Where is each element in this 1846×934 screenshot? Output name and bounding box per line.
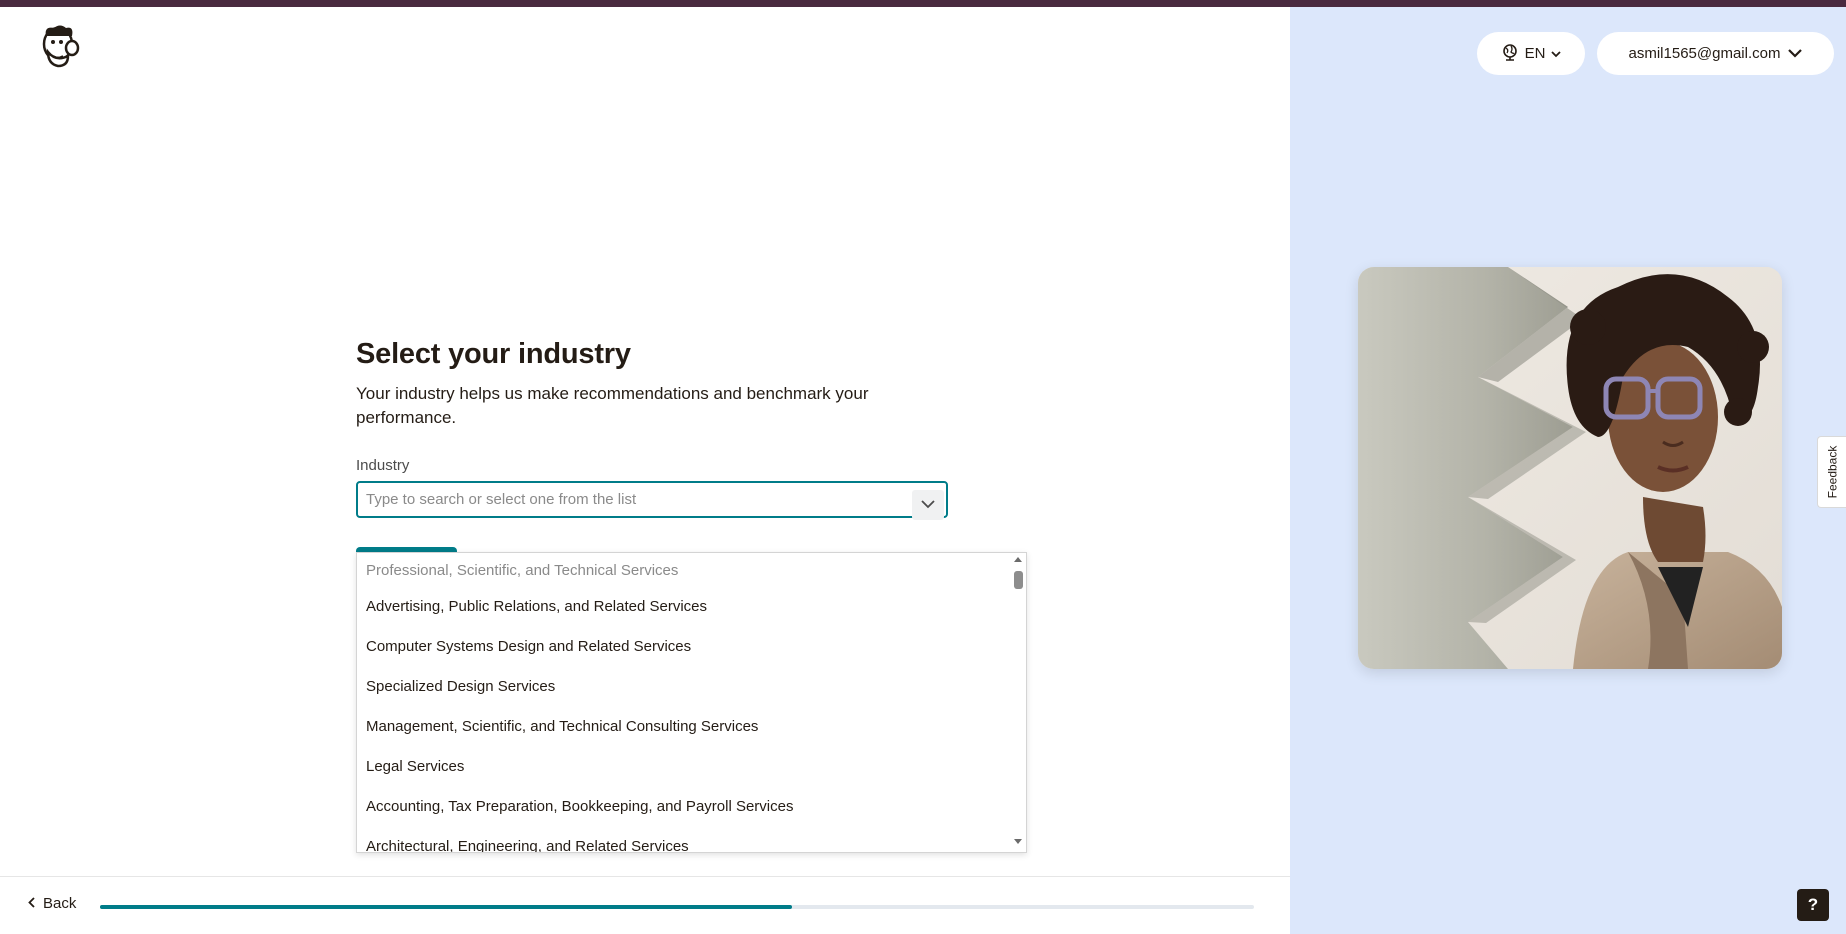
footer-divider [0,876,1290,877]
industry-option[interactable]: Computer Systems Design and Related Serv… [357,627,1007,667]
option-group-header: Professional, Scientific, and Technical … [366,562,679,579]
industry-search-input[interactable] [358,483,898,516]
industry-option[interactable]: Advertising, Public Relations, and Relat… [357,587,1007,627]
industry-field-label: Industry [356,457,410,474]
help-label: ? [1807,895,1819,914]
onboarding-progress-bar [100,905,1254,909]
industry-dropdown-toggle[interactable] [912,490,944,520]
help-button[interactable]: ? [1797,889,1829,921]
account-email: asmil1565@gmail.com [1628,45,1781,62]
feedback-label: Feedback [1825,445,1840,499]
chevron-down-icon [921,496,935,514]
account-menu-button[interactable]: asmil1565@gmail.com [1597,32,1834,75]
mailchimp-logo-icon[interactable] [38,22,82,72]
chevron-left-icon [28,895,35,912]
chevron-down-icon [1551,45,1562,62]
industry-option[interactable]: Management, Scientific, and Technical Co… [357,707,1007,747]
progress-fill [100,905,793,909]
industry-combobox[interactable] [356,481,948,520]
page-title: Select your industry [356,338,631,370]
industry-dropdown-list[interactable]: Professional, Scientific, and Technical … [356,552,1027,853]
page-subtitle: Your industry helps us make recommendati… [356,384,869,427]
language-selector-button[interactable]: EN [1477,32,1585,75]
industry-option[interactable]: Specialized Design Services [357,667,1007,707]
industry-options: Professional, Scientific, and Technical … [357,553,1007,852]
scrollbar-thumb[interactable] [1014,571,1023,589]
hero-image [1358,267,1782,669]
feedback-tab[interactable]: Feedback [1817,436,1846,508]
industry-option[interactable]: Accounting, Tax Preparation, Bookkeeping… [357,787,1007,827]
globe-icon [1501,43,1519,65]
back-label: Back [43,895,77,912]
industry-option[interactable]: Legal Services [357,747,1007,787]
industry-option[interactable]: Architectural, Engineering, and Related … [357,827,1007,852]
scroll-down-arrow-icon[interactable] [1014,839,1022,844]
top-accent-bar [0,0,1846,7]
dropdown-scrollbar[interactable] [1011,553,1026,852]
language-label: EN [1524,45,1546,62]
scroll-up-arrow-icon[interactable] [1014,557,1022,562]
chevron-down-icon [1788,45,1803,62]
back-button[interactable]: Back [28,895,76,912]
